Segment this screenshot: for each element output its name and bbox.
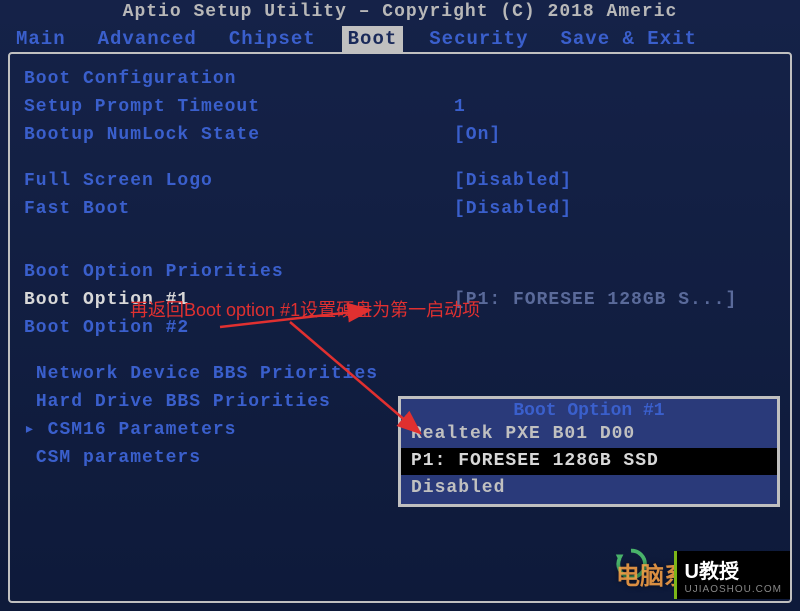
boot-option-popup: Boot Option #1 Realtek PXE B01 D00 P1: F… <box>398 396 780 507</box>
full-screen-logo-row[interactable]: Full Screen Logo [Disabled] <box>24 168 776 196</box>
full-screen-logo-value: [Disabled] <box>454 168 572 196</box>
boot-priorities-header: Boot Option Priorities <box>24 259 776 287</box>
fast-boot-label: Fast Boot <box>24 196 454 224</box>
menu-main[interactable]: Main <box>10 26 72 52</box>
popup-item-disabled[interactable]: Disabled <box>401 475 777 502</box>
content-frame: Boot Configuration Setup Prompt Timeout … <box>8 52 792 603</box>
full-screen-logo-label: Full Screen Logo <box>24 168 454 196</box>
boot-config-header: Boot Configuration <box>24 66 776 94</box>
network-bbs-label: Network Device BBS Priorities <box>36 364 378 384</box>
setup-prompt-timeout-row[interactable]: Setup Prompt Timeout 1 <box>24 94 776 122</box>
csm-label: CSM parameters <box>36 448 201 468</box>
bios-screen: Aptio Setup Utility – Copyright (C) 2018… <box>0 0 800 611</box>
annotation-text: 再返回Boot option #1设置硬盘为第一启动项 <box>130 296 480 322</box>
watermark-u-logo: U教授 UJIAOSHOU.COM <box>674 551 790 599</box>
popup-item-realtek[interactable]: Realtek PXE B01 D00 <box>401 421 777 448</box>
popup-title: Boot Option #1 <box>513 401 664 421</box>
menu-advanced[interactable]: Advanced <box>92 26 203 52</box>
submenu-arrow-icon <box>24 364 36 384</box>
fast-boot-value: [Disabled] <box>454 196 572 224</box>
bootup-numlock-row[interactable]: Bootup NumLock State [On] <box>24 122 776 150</box>
network-bbs-submenu[interactable]: Network Device BBS Priorities <box>24 361 776 389</box>
harddrive-bbs-label: Hard Drive BBS Priorities <box>36 392 331 412</box>
bootup-numlock-label: Bootup NumLock State <box>24 122 454 150</box>
setup-prompt-timeout-label: Setup Prompt Timeout <box>24 94 454 122</box>
menu-security[interactable]: Security <box>423 26 534 52</box>
bios-title: Aptio Setup Utility – Copyright (C) 2018… <box>0 0 800 22</box>
submenu-arrow-icon <box>24 392 36 412</box>
menu-boot[interactable]: Boot <box>342 26 404 52</box>
menu-chipset[interactable]: Chipset <box>223 26 322 52</box>
boot-option-1-value: [P1: FORESEE 128GB S...] <box>454 287 737 315</box>
watermark-u-main: U教授 <box>685 561 739 583</box>
watermark-u-sub: UJIAOSHOU.COM <box>685 584 782 595</box>
fast-boot-row[interactable]: Fast Boot [Disabled] <box>24 196 776 224</box>
menu-bar: Main Advanced Chipset Boot Security Save… <box>0 22 800 56</box>
menu-save-exit[interactable]: Save & Exit <box>554 26 702 52</box>
submenu-arrow-icon <box>24 448 36 468</box>
popup-item-foresee-ssd[interactable]: P1: FORESEE 128GB SSD <box>401 448 777 475</box>
submenu-arrow-icon: ▸ <box>24 420 36 440</box>
setup-prompt-timeout-value: 1 <box>454 94 466 122</box>
csm16-label: CSM16 Parameters <box>48 420 237 440</box>
bootup-numlock-value: [On] <box>454 122 501 150</box>
